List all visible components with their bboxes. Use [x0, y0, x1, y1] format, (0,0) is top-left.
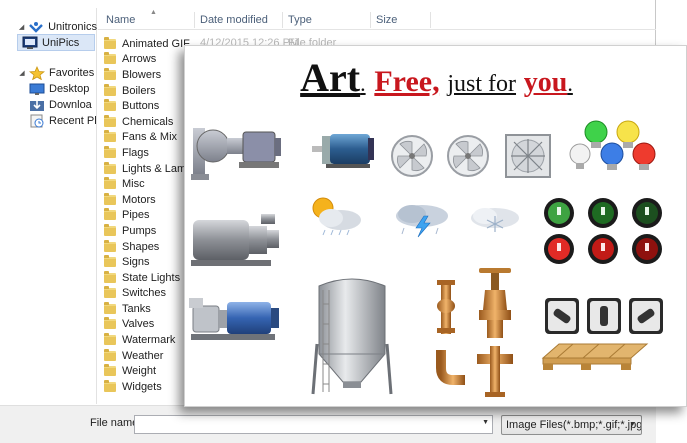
- collapse-arrow-icon[interactable]: ◢: [18, 69, 26, 77]
- dialog-bottom-bar: File name: ▼ Image Files(*.bmp;*.gif;*.j…: [0, 405, 656, 443]
- recent-places-icon: [29, 114, 45, 128]
- sort-arrow-icon: ▲: [150, 9, 157, 16]
- folder-icon: [104, 239, 116, 252]
- folder-icon: [104, 301, 116, 314]
- folder-name: Valves: [122, 318, 155, 331]
- monitor-icon: [22, 36, 38, 50]
- electric-pump-icon: [189, 298, 279, 340]
- nav-item-favorites[interactable]: ◢ Favorites: [0, 64, 97, 81]
- file-name-combobox[interactable]: ▼: [134, 415, 493, 434]
- folder-icon: [104, 161, 116, 174]
- folder-icon: [104, 333, 116, 346]
- folder-name: Boilers: [122, 84, 156, 97]
- weather-storm-icon: [396, 205, 448, 238]
- folder-name: Lights & Lamp: [122, 162, 193, 175]
- dropdown-arrow-icon[interactable]: ▼: [482, 419, 489, 426]
- folder-icon: [104, 255, 116, 268]
- folder-name: Weight: [122, 365, 157, 378]
- folder-name: Fans & Mix: [122, 131, 178, 144]
- nav-item-downloads[interactable]: ◢ Downloa: [0, 96, 97, 113]
- file-type-value: Image Files(*.bmp;*.gif;*.jpg;*.j: [506, 419, 642, 431]
- folder-icon: [104, 317, 116, 330]
- file-list-header: ▲ Name Date modified Type Size: [98, 9, 656, 30]
- headline-dot: .: [360, 71, 366, 96]
- headline-free: Free,: [374, 65, 440, 98]
- star-icon: [28, 65, 46, 80]
- desktop-icon: [29, 82, 45, 96]
- headline-dot: .: [567, 71, 573, 96]
- nav-item-unitronics[interactable]: ◢ Unitronics: [0, 18, 97, 35]
- ventilation-grille-icon: [505, 134, 551, 178]
- electric-motor-icon: [312, 134, 374, 168]
- folder-name: Animated GIF: [122, 37, 190, 50]
- selector-switches-icon: [545, 298, 663, 334]
- folder-name: State Lights: [122, 271, 181, 284]
- folder-name: Widgets: [122, 380, 162, 393]
- weather-sun-cloud-icon: [312, 197, 361, 236]
- dropdown-arrow-icon[interactable]: ▼: [629, 421, 636, 428]
- valves-and-pipes-icon: [436, 268, 513, 397]
- folder-icon: [104, 36, 116, 49]
- file-name-input[interactable]: [135, 416, 475, 433]
- column-header-type[interactable]: Type: [288, 14, 312, 26]
- folder-icon: [104, 83, 116, 96]
- centrifugal-pump-icon: [191, 128, 281, 180]
- folder-name: Chemicals: [122, 115, 174, 128]
- wooden-pallet-icon: [541, 343, 649, 370]
- column-header-size[interactable]: Size: [376, 14, 397, 26]
- folder-icon: [104, 114, 116, 127]
- state-indicator-lights-icon: [544, 198, 662, 264]
- folder-icon: [104, 348, 116, 361]
- nav-item-unipics[interactable]: UniPics: [17, 34, 95, 51]
- folder-name: Tanks: [122, 302, 151, 315]
- folder-name: Watermark: [122, 334, 176, 347]
- folder-name: Weather: [122, 349, 164, 362]
- folder-name: Misc: [122, 178, 145, 191]
- folder-icon: [104, 270, 116, 283]
- nav-item-recent-places[interactable]: ◢ Recent Pl: [0, 112, 97, 129]
- folder-name: Motors: [122, 193, 156, 206]
- art-preview-panel: Art. Free, just for you.: [184, 45, 687, 407]
- navigation-pane: ◢ Unitronics UniPics ◢ Favorites ◢ Deskt…: [0, 8, 97, 404]
- collapse-arrow-icon[interactable]: ◢: [18, 23, 25, 31]
- folder-name: Switches: [122, 287, 167, 300]
- folder-icon: [104, 286, 116, 299]
- folder-icon: [104, 192, 116, 205]
- downloads-icon: [29, 98, 45, 112]
- folder-icon: [104, 177, 116, 190]
- folder-name: Shapes: [122, 240, 160, 253]
- folder-name: Pumps: [122, 224, 157, 237]
- folder-name: Pipes: [122, 209, 150, 222]
- folder-icon: [104, 67, 116, 80]
- colored-light-bulbs-icon: [569, 120, 656, 170]
- folder-name: Signs: [122, 256, 150, 269]
- storage-silo-tank-icon: [311, 278, 393, 395]
- column-header-date-modified[interactable]: Date modified: [200, 14, 268, 26]
- pump-motor-unit-icon: [191, 214, 279, 266]
- folder-name: Buttons: [122, 100, 160, 113]
- folder-icon: [104, 99, 116, 112]
- folder-icon: [104, 145, 116, 158]
- weather-snow-icon: [471, 208, 519, 232]
- folder-name: Arrows: [122, 53, 157, 66]
- preview-headline: Art. Free, just for you.: [185, 54, 687, 101]
- folder-icon: [104, 208, 116, 221]
- headline-you: you: [523, 67, 568, 98]
- folder-icon: [104, 364, 116, 377]
- folder-name: Flags: [122, 146, 149, 159]
- column-header-name[interactable]: Name: [106, 14, 135, 26]
- headline-art: Art: [300, 55, 361, 100]
- axial-fan-icon: [447, 135, 489, 177]
- folder-name: Blowers: [122, 68, 162, 81]
- folder-icon: [104, 52, 116, 65]
- folder-icon: [104, 130, 116, 143]
- folder-icon: [104, 223, 116, 236]
- network-icon: [28, 20, 44, 34]
- nav-item-desktop[interactable]: ◢ Desktop: [0, 80, 97, 97]
- axial-fan-icon: [391, 135, 433, 177]
- headline-just-for: just for: [447, 71, 517, 97]
- folder-icon: [104, 379, 116, 392]
- file-type-select[interactable]: Image Files(*.bmp;*.gif;*.jpg;*.j ▼: [501, 415, 642, 435]
